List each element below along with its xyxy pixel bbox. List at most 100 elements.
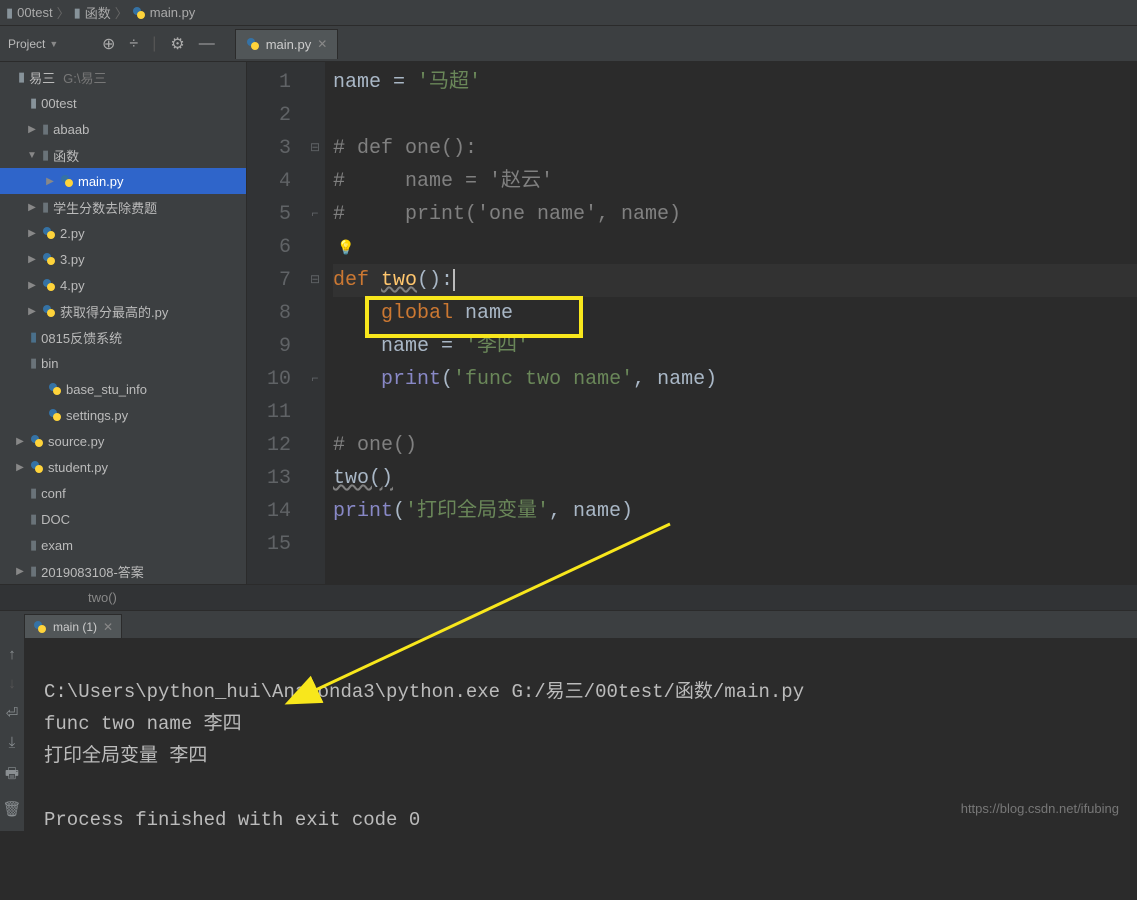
code-string: 'func two name' — [453, 368, 633, 391]
fold-marker-icon[interactable]: ⊟ — [305, 132, 325, 165]
tree-label: 2.py — [60, 226, 85, 241]
lightbulb-icon[interactable]: 💡 — [337, 233, 354, 266]
folder-icon: ▮ — [30, 563, 37, 579]
editor-tab-main[interactable]: main.py ✕ — [235, 29, 339, 59]
code-string: '李四' — [465, 335, 529, 358]
code-builtin: print — [381, 368, 441, 391]
close-icon[interactable]: ✕ — [103, 620, 113, 634]
target-icon[interactable]: ⊕ — [102, 34, 115, 54]
tree-doc[interactable]: ▮ DOC — [0, 506, 246, 532]
tree-bin[interactable]: ▮ bin — [0, 350, 246, 376]
tree-answer[interactable]: ▶▮ 2019083108-答案 — [0, 558, 246, 584]
fold-marker-icon[interactable]: ⊟ — [305, 264, 325, 297]
console-line: 打印全局变量 李四 — [44, 745, 207, 767]
line-number: 5 — [247, 198, 291, 231]
tree-settings[interactable]: settings.py — [0, 402, 246, 428]
expand-arrow-icon[interactable]: ▶ — [26, 124, 38, 135]
tree-2py[interactable]: ▶ 2.py — [0, 220, 246, 246]
expand-arrow-icon[interactable]: ▶ — [14, 462, 26, 473]
tree-label: DOC — [41, 512, 70, 527]
code-area[interactable]: 💡 name = '马超' # def one(): # name = '赵云'… — [325, 62, 1137, 584]
line-number: 10 — [247, 363, 291, 396]
expand-arrow-icon[interactable]: ▶ — [26, 306, 38, 317]
python-file-icon — [60, 174, 74, 188]
code-text: name = — [333, 71, 417, 94]
line-number: 6 — [247, 231, 291, 264]
run-gutter: ↑ ↓ ⏎ ⤓ 🖶 🗑 — [0, 638, 24, 831]
up-arrow-icon[interactable]: ↑ — [8, 646, 16, 663]
crumb-2[interactable]: 函数 — [85, 3, 111, 22]
code-text: ( — [441, 368, 453, 391]
expand-arrow-icon[interactable]: ▶ — [44, 176, 56, 187]
project-label-text: Project — [8, 37, 45, 51]
python-file-icon — [33, 620, 47, 634]
soft-wrap-icon[interactable]: ⏎ — [6, 704, 19, 722]
code-editor[interactable]: 1 2 3 4 5 6 7 8 9 10 11 12 13 14 15 ⊟ ⌐ … — [247, 62, 1137, 584]
expand-arrow-icon[interactable]: ▶ — [26, 202, 38, 213]
console-output[interactable]: C:\Users\python_hui\Anaconda3\python.exe… — [24, 638, 1137, 831]
run-tab-main[interactable]: main (1) ✕ — [24, 614, 122, 638]
expand-arrow-icon[interactable]: ▶ — [26, 280, 38, 291]
expand-arrow-icon[interactable]: ▶ — [26, 228, 38, 239]
folder-icon: ▮ — [30, 95, 37, 111]
editor-tabstrip: main.py ✕ — [235, 26, 339, 61]
gear-icon[interactable]: ⚙ — [170, 34, 184, 54]
editor-breadcrumb: two() — [0, 584, 1137, 610]
tree-label: 函数 — [53, 146, 79, 165]
tree-conf[interactable]: ▮ conf — [0, 480, 246, 506]
trash-icon[interactable]: 🗑 — [2, 800, 21, 818]
project-tree: ▮ 易三 G:\易三 ▮ 00test ▶▮ abaab ▼▮ 函数 ▶ mai… — [0, 62, 246, 584]
tree-label: 0815反馈系统 — [41, 328, 122, 347]
code-text: name = — [381, 335, 465, 358]
tree-student[interactable]: ▶ student.py — [0, 454, 246, 480]
python-file-icon — [42, 252, 56, 266]
tree-abaab[interactable]: ▶▮ abaab — [0, 116, 246, 142]
crumb-3[interactable]: main.py — [150, 5, 196, 20]
tree-fankuixitong[interactable]: ▮ 0815反馈系统 — [0, 324, 246, 350]
print-icon[interactable]: 🖶 — [5, 763, 19, 788]
tree-label: abaab — [53, 122, 89, 137]
minimize-icon[interactable]: — — [199, 35, 215, 53]
tree-root[interactable]: ▮ 易三 G:\易三 — [0, 64, 246, 90]
console-line: C:\Users\python_hui\Anaconda3\python.exe… — [44, 681, 804, 703]
code-comment: # def one(): — [333, 137, 477, 160]
expand-arrow-icon[interactable]: ▶ — [14, 566, 26, 577]
tree-path: G:\易三 — [63, 68, 106, 87]
line-number: 3 — [247, 132, 291, 165]
tree-label: bin — [41, 356, 58, 371]
line-number: 1 — [247, 66, 291, 99]
chevron-down-icon: ▼ — [49, 39, 58, 49]
tree-hanshu[interactable]: ▼▮ 函数 — [0, 142, 246, 168]
tree-xuesheng[interactable]: ▶▮ 学生分数去除费题 — [0, 194, 246, 220]
down-arrow-icon[interactable]: ↓ — [8, 675, 16, 692]
python-file-icon — [42, 304, 56, 318]
project-tool-label[interactable]: Project ▼ — [0, 37, 92, 51]
tree-mainpy[interactable]: ▶ main.py — [0, 168, 246, 194]
tree-label: 4.py — [60, 278, 85, 293]
python-file-icon — [30, 434, 44, 448]
tree-source[interactable]: ▶ source.py — [0, 428, 246, 454]
close-icon[interactable]: ✕ — [317, 37, 327, 51]
tree-00test[interactable]: ▮ 00test — [0, 90, 246, 116]
tree-label: student.py — [48, 460, 108, 475]
breadcrumb-fn[interactable]: two() — [88, 590, 117, 605]
tree-3py[interactable]: ▶ 3.py — [0, 246, 246, 272]
scroll-to-end-icon[interactable]: ⤓ — [9, 734, 16, 751]
folder-icon: ▮ — [42, 199, 49, 215]
python-file-icon — [42, 226, 56, 240]
folder-icon: ▮ — [30, 511, 37, 527]
crumb-1[interactable]: 00test — [17, 5, 52, 20]
tree-huoqu[interactable]: ▶ 获取得分最高的.py — [0, 298, 246, 324]
fold-end-icon: ⌐ — [305, 363, 325, 396]
collapse-arrow-icon[interactable]: ▼ — [26, 150, 38, 161]
tree-basestu[interactable]: base_stu_info — [0, 376, 246, 402]
expand-arrow-icon[interactable]: ▶ — [26, 254, 38, 265]
tree-exam[interactable]: ▮ exam — [0, 532, 246, 558]
breadcrumb: ▮ 00test 〉 ▮ 函数 〉 main.py — [0, 0, 1137, 26]
collapse-icon[interactable]: ÷ — [129, 35, 138, 53]
code-builtin: print — [333, 500, 393, 523]
tree-4py[interactable]: ▶ 4.py — [0, 272, 246, 298]
expand-arrow-icon[interactable]: ▶ — [14, 436, 26, 447]
line-number: 11 — [247, 396, 291, 429]
tree-label: base_stu_info — [66, 382, 147, 397]
